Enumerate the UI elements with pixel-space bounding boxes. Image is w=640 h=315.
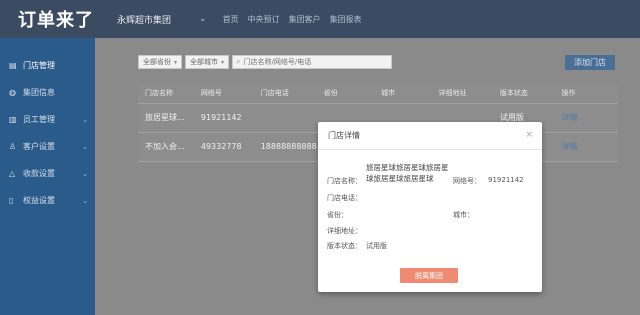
app-logo[interactable]: 订单来了 bbox=[0, 6, 95, 32]
nav-group-customers[interactable]: 集团客户 bbox=[289, 14, 321, 25]
province-select[interactable]: 全部省份 ▾ bbox=[138, 55, 183, 69]
sidebar-item-staff[interactable]: ▥ 员工管理 ⌄ bbox=[0, 106, 95, 133]
details-link[interactable]: 详情 bbox=[554, 103, 618, 133]
store-icon: ▤ bbox=[9, 61, 17, 70]
network-label: 网络号： bbox=[453, 177, 481, 185]
chevron-down-icon[interactable]: ⌄ bbox=[199, 14, 207, 24]
city-label: 城市： bbox=[453, 211, 474, 219]
address-label: 详细地址： bbox=[327, 227, 362, 235]
province-label: 省份： bbox=[327, 211, 348, 219]
search-icon: ⌕ bbox=[236, 57, 241, 66]
column-header: 网络号 bbox=[193, 83, 254, 104]
nav-central-booking[interactable]: 中央预订 bbox=[248, 14, 280, 25]
store-name-label: 门店名称： bbox=[327, 177, 362, 185]
column-header: 城市 bbox=[374, 83, 432, 104]
column-header: 省份 bbox=[316, 83, 375, 104]
sidebar-item-label: 权益设置 bbox=[23, 196, 55, 205]
store-phone-label: 门店电话： bbox=[327, 194, 362, 202]
chevron-down-icon: ⌄ bbox=[82, 115, 88, 124]
table-cell: 旅居星球... bbox=[138, 103, 194, 133]
dialog-header: 门店详情 × bbox=[318, 122, 542, 150]
sidebar-item-payment-settings[interactable]: △ 收款设置 ⌄ bbox=[0, 160, 95, 187]
version-value: 试用版 bbox=[366, 242, 387, 250]
dialog-title: 门店详情 bbox=[328, 131, 360, 140]
nav-group-reports[interactable]: 集团报表 bbox=[330, 14, 362, 25]
sidebar-item-label: 集团信息 bbox=[23, 88, 55, 97]
nav-home[interactable]: 首页 bbox=[223, 14, 239, 25]
group-name: 永辉超市集团 bbox=[117, 15, 172, 26]
city-select-value: 全部城市 bbox=[190, 58, 219, 66]
warning-icon: △ bbox=[9, 169, 16, 178]
sidebar-item-group-info[interactable]: ◍ 集团信息 bbox=[0, 79, 95, 106]
details-link[interactable]: 详情 bbox=[554, 132, 618, 162]
table-cell: 49332778 bbox=[193, 132, 254, 162]
document-icon: ▯ bbox=[9, 196, 14, 205]
sidebar-item-label: 门店管理 bbox=[23, 61, 55, 70]
table-header-row: 门店名称 网络号 门店电话 省份 城市 详细地址 版本状态 操作 bbox=[138, 83, 618, 104]
search-box: ⌕ bbox=[232, 55, 393, 69]
sidebar-item-store-management[interactable]: ▤ 门店管理 bbox=[0, 52, 95, 79]
leave-group-button[interactable]: 脱离集团 bbox=[400, 268, 458, 283]
version-label: 版本状态： bbox=[327, 242, 362, 250]
chevron-down-icon: ▾ bbox=[174, 58, 178, 66]
sidebar: ▤ 门店管理 ◍ 集团信息 ▥ 员工管理 ⌄ ♙ 客户设置 ⌄ △ 收款设置 ⌄… bbox=[0, 38, 95, 315]
filter-bar: 全部省份 ▾ 全部城市 ▾ ⌕ bbox=[138, 55, 393, 69]
sidebar-item-label: 收款设置 bbox=[23, 169, 55, 178]
chevron-down-icon: ⌄ bbox=[82, 196, 88, 205]
column-header: 详细地址 bbox=[431, 83, 493, 104]
column-header: 操作 bbox=[554, 83, 618, 104]
network-value: 91921142 bbox=[488, 176, 524, 184]
store-details-dialog: 门店详情 × 门店名称： 旅居星球旅居星球旅居星球旅居星球旅居星球 网络号： 9… bbox=[318, 122, 542, 292]
sidebar-item-label: 客户设置 bbox=[23, 142, 55, 151]
column-header: 版本状态 bbox=[492, 83, 555, 104]
chevron-down-icon: ▾ bbox=[221, 58, 225, 66]
column-header: 门店电话 bbox=[253, 83, 317, 104]
sidebar-item-label: 员工管理 bbox=[23, 115, 55, 124]
sidebar-item-benefit-settings[interactable]: ▯ 权益设置 ⌄ bbox=[0, 187, 95, 214]
city-select[interactable]: 全部城市 ▾ bbox=[185, 55, 230, 69]
column-header: 门店名称 bbox=[138, 83, 194, 104]
table-cell bbox=[253, 103, 317, 133]
province-select-value: 全部省份 bbox=[143, 58, 171, 66]
search-input[interactable] bbox=[243, 58, 384, 66]
globe-icon: ◍ bbox=[9, 88, 16, 97]
top-bar: 订单来了 永辉超市集团 ⌄ 首页 中央预订 集团客户 集团报表 bbox=[0, 0, 640, 38]
table-cell: 18888888888 bbox=[253, 132, 317, 162]
close-icon[interactable]: × bbox=[525, 130, 533, 140]
add-store-button[interactable]: 添加门店 bbox=[565, 55, 615, 70]
top-nav: 首页 中央预订 集团客户 集团报表 bbox=[223, 14, 371, 25]
sidebar-item-customer-settings[interactable]: ♙ 客户设置 ⌄ bbox=[0, 133, 95, 160]
store-name-value: 旅居星球旅居星球旅居星球旅居星球旅居星球 bbox=[366, 163, 449, 183]
user-icon: ♙ bbox=[9, 142, 17, 151]
chevron-down-icon: ⌄ bbox=[82, 169, 88, 178]
table-cell: 不加入会... bbox=[138, 132, 194, 162]
staff-icon: ▥ bbox=[9, 115, 17, 124]
chevron-down-icon: ⌄ bbox=[82, 142, 88, 151]
table-cell: 91921142 bbox=[193, 103, 254, 133]
